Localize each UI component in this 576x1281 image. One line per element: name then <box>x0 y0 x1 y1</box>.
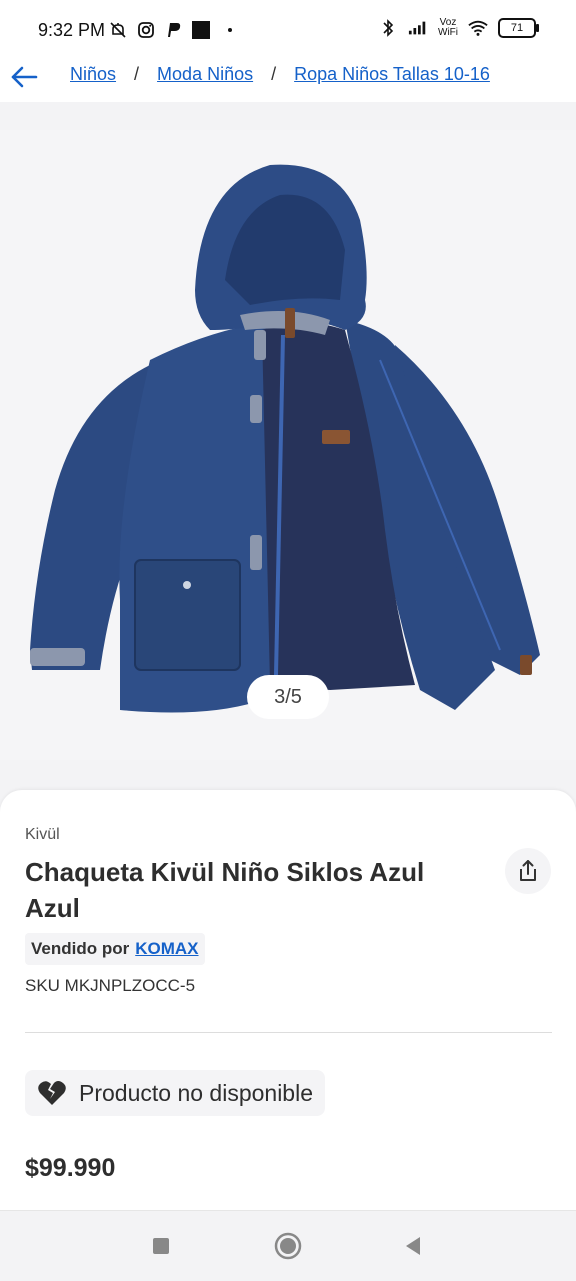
status-time: 9:32 PM <box>38 20 106 40</box>
back-button[interactable] <box>8 60 42 94</box>
signal-icon <box>408 18 428 38</box>
seller-info: Vendido por KOMAX <box>25 933 205 965</box>
seller-link[interactable]: KOMAX <box>135 939 198 959</box>
nav-back-button[interactable] <box>398 1231 428 1261</box>
sold-by-label: Vendido por <box>31 939 130 958</box>
breadcrumb-item-ninos[interactable]: Niños <box>70 64 116 85</box>
wifi-icon <box>468 18 488 38</box>
breadcrumb-separator: / <box>271 64 277 84</box>
breadcrumb-separator: / <box>134 64 140 84</box>
product-brand: Kivül <box>25 826 60 843</box>
share-icon <box>520 860 536 881</box>
notification-square-icon <box>192 21 210 39</box>
status-right-icons: Voz WiFi 71 <box>378 18 539 38</box>
wifi-text: WiFi <box>438 27 458 38</box>
mute-icon <box>108 20 128 40</box>
product-title: Chaqueta Kivül Niño Siklos Azul Azul <box>25 857 425 923</box>
breadcrumb: Niños / Moda Niños / Ropa Niños Tallas 1… <box>70 64 490 85</box>
image-counter: 3/5 <box>247 675 329 719</box>
home-button[interactable] <box>273 1231 303 1261</box>
volte-label: Voz WiFi <box>438 18 458 38</box>
app-p-icon <box>164 20 184 40</box>
battery-icon: 71 <box>498 18 539 38</box>
breadcrumb-item-ropa-ninos[interactable]: Ropa Niños Tallas 10-16 <box>294 64 490 85</box>
availability-text: Producto no disponible <box>79 1079 313 1106</box>
broken-heart-icon <box>38 1081 66 1105</box>
divider <box>25 1032 552 1033</box>
home-circle-icon <box>274 1232 302 1260</box>
availability-badge: Producto no disponible <box>25 1070 325 1116</box>
product-price: $99.990 <box>25 1154 116 1182</box>
bluetooth-icon <box>378 18 398 38</box>
share-button[interactable] <box>505 848 551 894</box>
system-nav-bar <box>0 1210 576 1281</box>
product-image-carousel[interactable]: 3/5 <box>0 130 576 760</box>
recents-square-icon <box>153 1238 169 1254</box>
back-triangle-icon <box>406 1237 420 1255</box>
product-image <box>30 164 540 713</box>
breadcrumb-item-moda-ninos[interactable]: Moda Niños <box>157 64 253 85</box>
more-dot-icon <box>228 28 232 32</box>
breadcrumb-bar: Niños / Moda Niños / Ropa Niños Tallas 1… <box>0 50 576 102</box>
product-info-card: Kivül Chaqueta Kivül Niño Siklos Azul Az… <box>0 790 576 1220</box>
product-sku: SKU MKJNPLZOCC-5 <box>25 976 196 995</box>
recents-button[interactable] <box>146 1231 176 1261</box>
arrow-left-icon <box>11 66 38 88</box>
status-left-icons <box>108 20 232 40</box>
instagram-icon <box>136 20 156 40</box>
